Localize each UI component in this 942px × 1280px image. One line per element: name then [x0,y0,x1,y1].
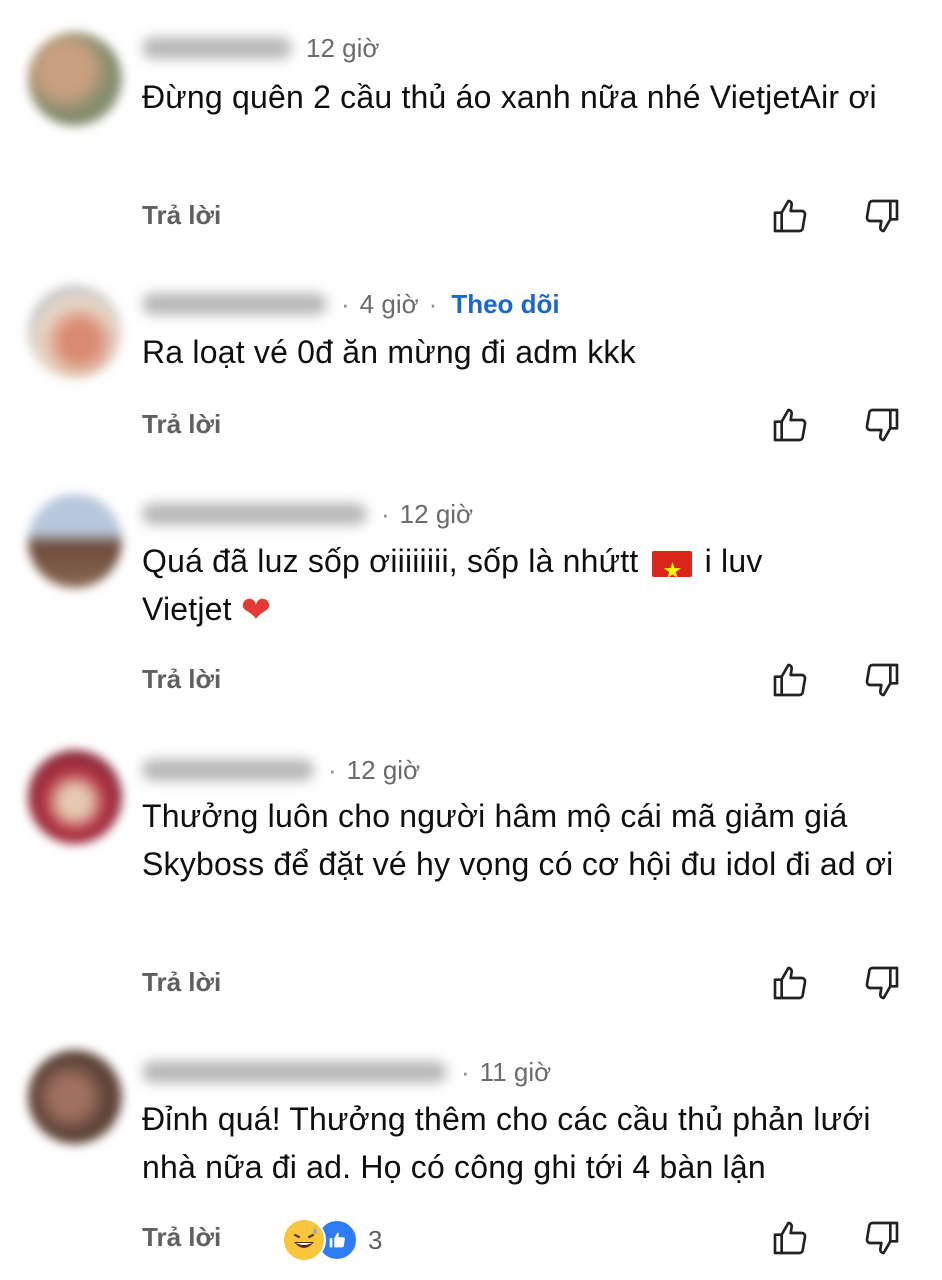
separator-dot: · [428,288,438,319]
comment-actions: Trả lời [0,660,942,704]
comment-text: Đừng quên 2 cầu thủ áo xanh nữa nhé Viet… [142,79,877,115]
avatar[interactable] [28,750,122,844]
comment-time: 12 giờ [399,498,474,529]
vietnam-flag-icon [651,548,692,596]
thumbs-up-icon[interactable] [770,963,814,1007]
comment-text: Ra loạt vé 0đ ăn mừng đi adm kkk [142,334,636,370]
thumbs-up-icon[interactable] [770,660,814,704]
comment-text: Thưởng luôn cho người hâm mộ cái mã giảm… [142,798,894,882]
separator-dot: · [381,498,390,529]
author-name[interactable] [142,1061,447,1083]
comment-meta: 12 giờ [142,33,379,63]
thumbs-up-icon[interactable] [770,405,814,449]
grinning-sweat-emoji-icon [282,1218,326,1262]
comment-meta: · 12 giờ [142,755,420,785]
comment-meta: · 11 giờ [142,1057,551,1087]
author-name[interactable] [142,37,292,59]
author-name[interactable] [142,293,327,315]
comment-meta: · 4 giờ · Theo dõi [142,289,560,319]
comment-time: 12 giờ [346,754,421,785]
thumbs-down-icon[interactable] [862,1218,906,1262]
separator-dot: · [328,754,337,785]
thumbs-up-icon[interactable] [770,196,814,240]
thumbs-down-icon[interactable] [862,963,906,1007]
thumbs-down-icon[interactable] [862,660,906,704]
reactions-summary[interactable]: 3 [282,1218,382,1262]
comment-actions: Trả lời 3 [0,1218,942,1262]
separator-dot: · [341,288,350,319]
reply-button[interactable]: Trả lời [142,1222,221,1253]
comment-time: 12 giờ [306,32,380,63]
comment-meta: · 12 giờ [142,499,473,529]
reply-button[interactable]: Trả lời [142,409,221,440]
separator-dot: · [461,1056,470,1087]
reaction-count: 3 [368,1224,383,1255]
comment-time: 4 giờ [359,288,419,319]
comment-actions: Trả lời [0,963,942,1007]
comment-actions: Trả lời [0,405,942,449]
avatar[interactable] [28,1050,122,1144]
follow-button[interactable]: Theo dõi [451,289,559,320]
author-name[interactable] [142,503,367,525]
comment-actions: Trả lời [0,196,942,240]
comment-text-part: Quá đã luz sốp ơiiiiiiii, sốp là nhứtt [142,543,639,579]
thumbs-up-icon[interactable] [770,1218,814,1262]
red-heart-icon: ❤ [240,590,272,631]
author-name[interactable] [142,759,314,781]
comment-text: Đỉnh quá! Thưởng thêm cho các cầu thủ ph… [142,1101,871,1185]
comment-time: 11 giờ [479,1056,552,1087]
thumbs-down-icon[interactable] [862,405,906,449]
avatar[interactable] [28,285,122,379]
comment-text: Quá đã luz sốp ơiiiiiiii, sốp là nhứtt i… [142,537,842,635]
thumbs-down-icon[interactable] [862,196,906,240]
reply-button[interactable]: Trả lời [142,967,221,998]
reply-button[interactable]: Trả lời [142,664,221,695]
avatar[interactable] [28,32,122,126]
avatar[interactable] [28,494,122,588]
reply-button[interactable]: Trả lời [142,200,221,231]
